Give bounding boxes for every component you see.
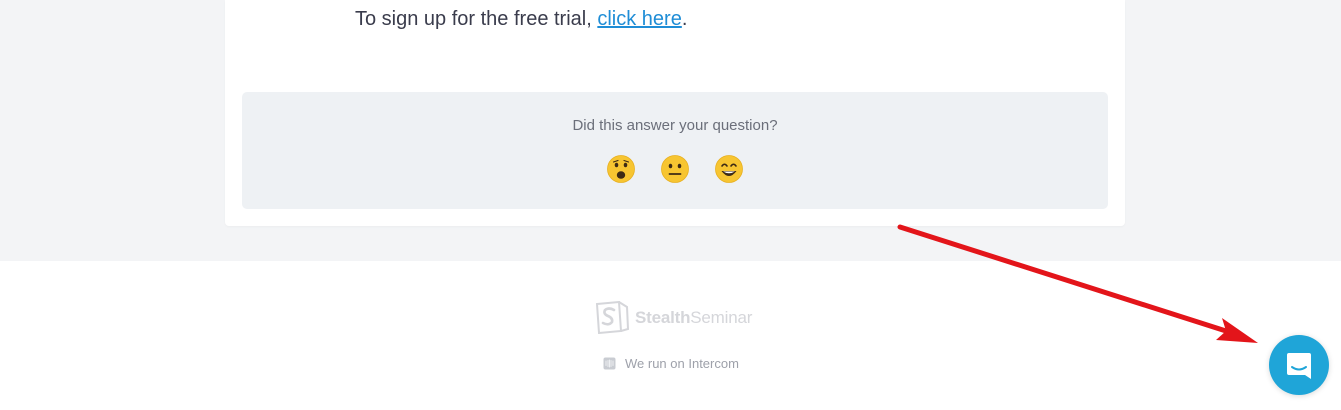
intercom-icon — [603, 357, 616, 370]
article-card: To sign up for the free trial, click her… — [225, 0, 1125, 226]
stealth-seminar-logo-icon — [595, 301, 629, 334]
logo-light-text: Seminar — [690, 307, 753, 327]
feedback-question: Did this answer your question? — [572, 117, 778, 134]
click-here-link[interactable]: click here — [597, 8, 681, 30]
logo-wordmark: StealthSeminar — [635, 308, 752, 328]
signup-period: . — [681, 8, 688, 30]
intercom-note-text: We run on Intercom — [625, 356, 739, 371]
disappointed-face-icon[interactable] — [606, 154, 636, 184]
intercom-attribution[interactable]: We run on Intercom — [603, 356, 739, 371]
chat-bubble-icon — [1287, 353, 1311, 379]
neutral-face-icon[interactable] — [660, 154, 690, 184]
smiley-face-icon[interactable] — [714, 154, 744, 184]
reaction-group — [242, 154, 1108, 184]
signup-paragraph: To sign up for the free trial, click her… — [355, 5, 687, 33]
feedback-box: Did this answer your question? — [242, 92, 1108, 209]
footer-logo[interactable]: StealthSeminar — [595, 301, 752, 334]
content-background: To sign up for the free trial, click her… — [0, 0, 1341, 261]
messenger-launcher-button[interactable] — [1269, 335, 1329, 395]
logo-bold-text: Stealth — [635, 307, 691, 327]
signup-text: To sign up for the free trial, — [355, 8, 598, 30]
